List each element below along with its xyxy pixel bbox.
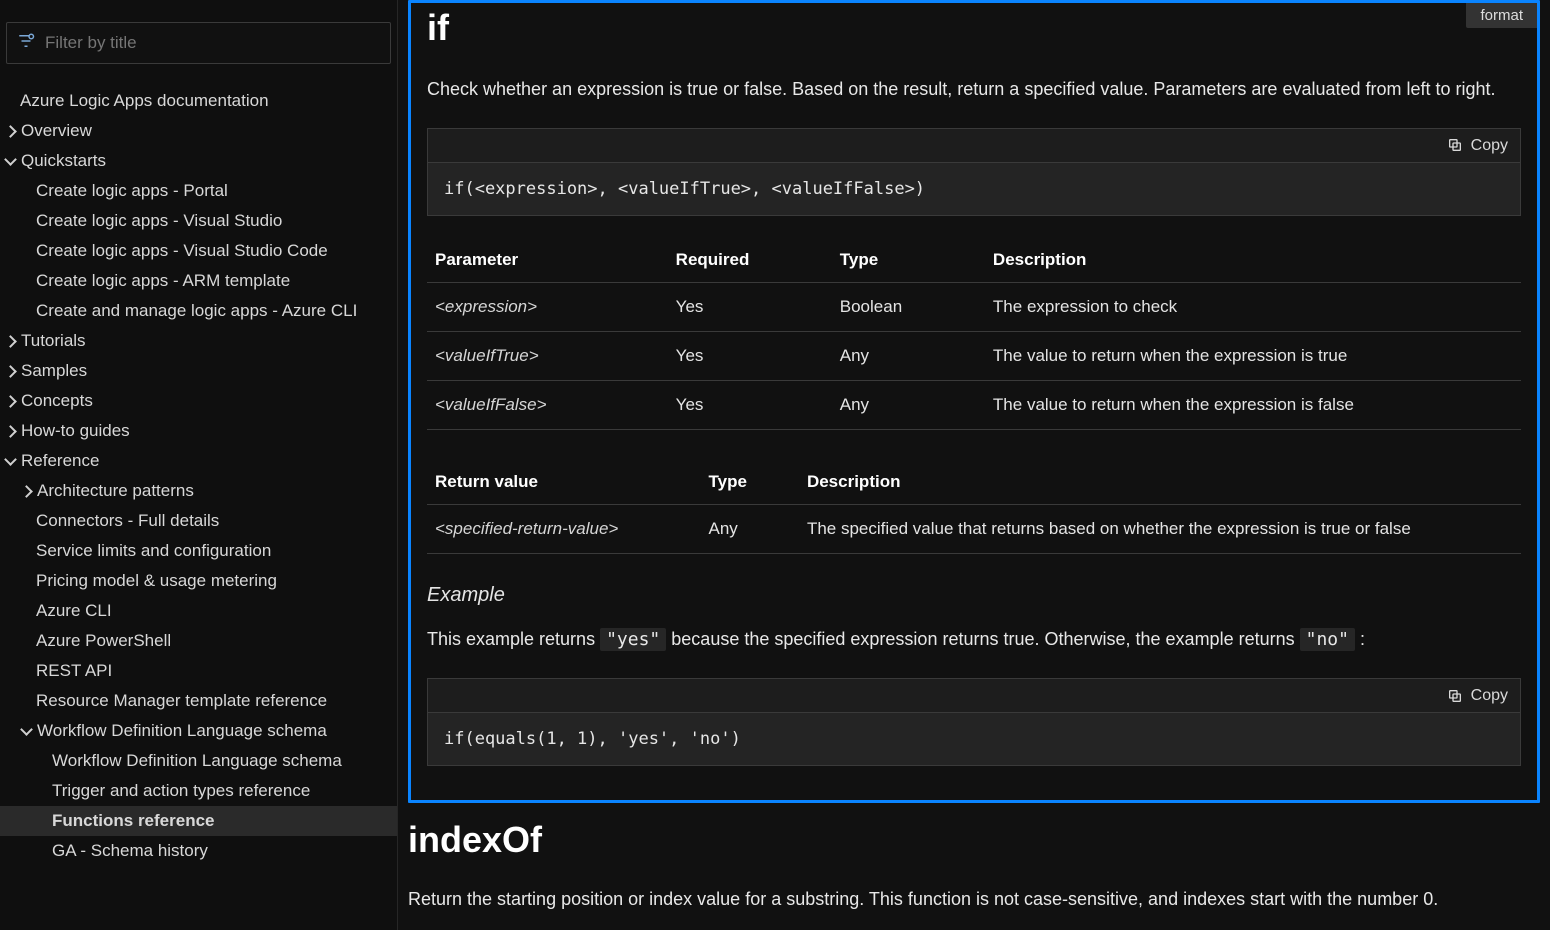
cell-desc: The expression to check: [985, 283, 1521, 332]
nav-item[interactable]: How-to guides: [0, 416, 397, 446]
nav-item[interactable]: Service limits and configuration: [0, 536, 397, 566]
parameters-table: Parameter Required Type Description <exp…: [427, 238, 1521, 430]
cell-required: Yes: [668, 381, 832, 430]
nav-item[interactable]: Workflow Definition Language schema: [0, 716, 397, 746]
nav-item[interactable]: Azure CLI: [0, 596, 397, 626]
nav-item[interactable]: Create logic apps - Visual Studio: [0, 206, 397, 236]
nav-item[interactable]: GA - Schema history: [0, 836, 397, 866]
col-desc: Description: [985, 238, 1521, 283]
cell-required: Yes: [668, 283, 832, 332]
col-return: Return value: [427, 460, 701, 505]
filter-icon: [17, 32, 45, 55]
format-tag: format: [1466, 3, 1537, 28]
col-rtype: Type: [701, 460, 799, 505]
nav-item[interactable]: Azure Logic Apps documentation: [0, 86, 397, 116]
nav-item[interactable]: Create logic apps - Portal: [0, 176, 397, 206]
example-heading: Example: [427, 584, 1521, 607]
nav-item[interactable]: Tutorials: [0, 326, 397, 356]
cell-param: <expression>: [427, 283, 668, 332]
table-row: <specified-return-value>AnyThe specified…: [427, 505, 1521, 554]
section-if-frame: format if Check whether an expression is…: [408, 0, 1540, 803]
col-parameter: Parameter: [427, 238, 668, 283]
nav-item[interactable]: Concepts: [0, 386, 397, 416]
codebox-syntax: Copy if(<expression>, <valueIfTrue>, <va…: [427, 128, 1521, 216]
nav-item[interactable]: REST API: [0, 656, 397, 686]
table-row: <expression>YesBooleanThe expression to …: [427, 283, 1521, 332]
example-desc: This example returns "yes" because the s…: [427, 627, 1521, 652]
quoted-yes: "yes": [600, 628, 666, 651]
quoted-no: "no": [1300, 628, 1355, 651]
return-table: Return value Type Description <specified…: [427, 460, 1521, 554]
copy-icon: [1447, 687, 1463, 705]
cell-param: <valueIfTrue>: [427, 332, 668, 381]
copy-label: Copy: [1471, 687, 1508, 705]
cell-return: <specified-return-value>: [427, 505, 701, 554]
nav-tree: Azure Logic Apps documentationOverviewQu…: [0, 86, 397, 866]
nav-item[interactable]: Connectors - Full details: [0, 506, 397, 536]
section-indexof: indexOf Return the starting position or …: [408, 819, 1540, 930]
copy-icon: [1447, 137, 1463, 155]
copy-button[interactable]: Copy: [428, 679, 1520, 713]
cell-rtype: Any: [701, 505, 799, 554]
codebox-example: Copy if(equals(1, 1), 'yes', 'no'): [427, 678, 1521, 766]
col-required: Required: [668, 238, 832, 283]
nav-item[interactable]: Samples: [0, 356, 397, 386]
nav-item[interactable]: Trigger and action types reference: [0, 776, 397, 806]
section-if-description: Check whether an expression is true or f…: [427, 77, 1521, 102]
nav-item[interactable]: Create logic apps - Visual Studio Code: [0, 236, 397, 266]
cell-type: Any: [832, 381, 985, 430]
table-row: <valueIfFalse>YesAnyThe value to return …: [427, 381, 1521, 430]
filter-input[interactable]: [45, 33, 380, 53]
nav-item[interactable]: Azure PowerShell: [0, 626, 397, 656]
cell-type: Any: [832, 332, 985, 381]
nav-item[interactable]: Create and manage logic apps - Azure CLI: [0, 296, 397, 326]
nav-item[interactable]: Overview: [0, 116, 397, 146]
sidebar: Azure Logic Apps documentationOverviewQu…: [0, 0, 398, 930]
nav-item[interactable]: Workflow Definition Language schema: [0, 746, 397, 776]
nav-item[interactable]: Reference: [0, 446, 397, 476]
cell-param: <valueIfFalse>: [427, 381, 668, 430]
code-syntax: if(<expression>, <valueIfTrue>, <valueIf…: [428, 163, 1520, 215]
copy-button[interactable]: Copy: [428, 129, 1520, 163]
nav-item[interactable]: Architecture patterns: [0, 476, 397, 506]
nav-item[interactable]: Quickstarts: [0, 146, 397, 176]
cell-desc: The value to return when the expression …: [985, 332, 1521, 381]
nav-item[interactable]: Functions reference: [0, 806, 397, 836]
cell-required: Yes: [668, 332, 832, 381]
nav-item[interactable]: Pricing model & usage metering: [0, 566, 397, 596]
cell-type: Boolean: [832, 283, 985, 332]
nav-item[interactable]: Create logic apps - ARM template: [0, 266, 397, 296]
section-indexof-title: indexOf: [408, 819, 1540, 861]
cell-rdesc: The specified value that returns based o…: [799, 505, 1521, 554]
code-example: if(equals(1, 1), 'yes', 'no'): [428, 713, 1520, 765]
nav-item[interactable]: Resource Manager template reference: [0, 686, 397, 716]
section-indexof-description: Return the starting position or index va…: [408, 887, 1540, 912]
filter-by-title-field[interactable]: [6, 22, 391, 64]
copy-label: Copy: [1471, 137, 1508, 155]
main-content: format if Check whether an expression is…: [398, 0, 1550, 930]
col-type: Type: [832, 238, 985, 283]
cell-desc: The value to return when the expression …: [985, 381, 1521, 430]
section-if-title: if: [427, 7, 1521, 49]
table-row: <valueIfTrue>YesAnyThe value to return w…: [427, 332, 1521, 381]
col-rdesc: Description: [799, 460, 1521, 505]
